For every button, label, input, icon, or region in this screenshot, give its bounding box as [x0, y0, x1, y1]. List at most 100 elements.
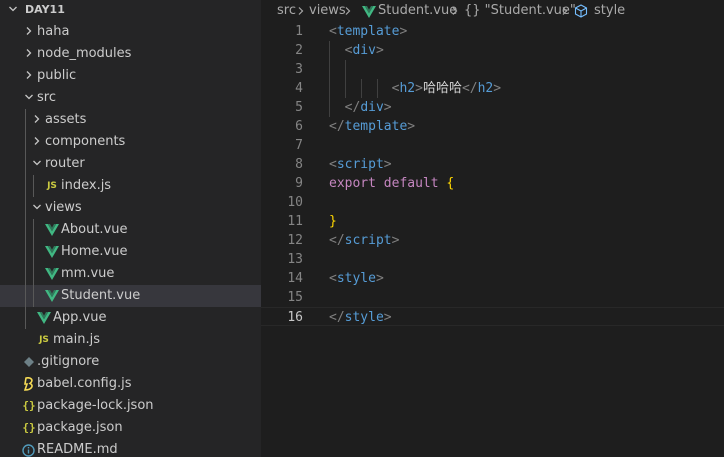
code-token: </ — [329, 310, 345, 325]
tree-item-label: router — [45, 156, 85, 171]
folder-item[interactable]: public — [0, 65, 261, 87]
code-line[interactable]: 14 <style> — [261, 269, 724, 288]
code-token: > — [391, 233, 400, 248]
file-item[interactable]: Home.vue — [0, 241, 261, 263]
code-line[interactable]: 15 — [261, 288, 724, 307]
breadcrumb-item-file[interactable]: Student.vue — [378, 0, 457, 22]
file-item[interactable]: App.vue — [0, 307, 261, 329]
vue-file-icon — [36, 307, 52, 329]
breadcrumb-item-src[interactable]: src — [277, 0, 296, 22]
file-item[interactable]: Student.vue — [0, 285, 261, 307]
code-line[interactable]: 13 — [261, 250, 724, 269]
line-number: 7 — [295, 138, 303, 153]
line-number: 3 — [295, 62, 303, 77]
line-number: 1 — [295, 24, 303, 39]
chevron-down-icon — [31, 197, 43, 219]
file-item[interactable]: README.md — [0, 439, 261, 457]
folder-item[interactable]: router — [0, 153, 261, 175]
code-token: > — [415, 81, 423, 96]
code-token: > — [383, 157, 392, 172]
vue-file-icon — [44, 219, 60, 241]
folder-item[interactable]: haha — [0, 21, 261, 43]
code-token: 哈哈哈 — [422, 81, 462, 96]
chevron-right-icon — [450, 0, 460, 22]
code-line[interactable]: 4 <h2>哈哈哈</h2> — [261, 79, 724, 98]
code-line[interactable]: 8 <script> — [261, 155, 724, 174]
chevron-right-icon — [31, 109, 43, 131]
code-token: { — [446, 176, 455, 191]
code-token: </ — [461, 81, 478, 96]
chevron-right-icon — [343, 0, 353, 22]
code-line[interactable]: 5 </div> — [261, 98, 724, 117]
explorer-root-label: DAY11 — [25, 3, 65, 16]
explorer-sidebar: DAY11 haha node_modules public src assets com… — [0, 0, 261, 457]
code-line[interactable]: 3 — [261, 60, 724, 79]
chevron-right-icon — [560, 0, 570, 22]
folder-item[interactable]: views — [0, 197, 261, 219]
file-item[interactable]: {} package-lock.json — [0, 395, 261, 417]
code-text: } — [329, 212, 337, 231]
code-line[interactable]: 9 export default { — [261, 174, 724, 193]
code-line[interactable]: 16 </style> — [261, 307, 724, 326]
explorer-root-header[interactable]: DAY11 — [0, 0, 261, 21]
code-editor[interactable]: 1 <template> 2 <div> 3 4 <h2>哈哈哈</h2> 5 </div… — [261, 22, 724, 457]
breadcrumb: src views Student.vue {} "Student.vue" s… — [261, 0, 724, 22]
line-number: 16 — [287, 310, 303, 325]
code-token: div — [360, 100, 384, 115]
file-item[interactable]: mm.vue — [0, 263, 261, 285]
tree-item-label: babel.config.js — [37, 376, 132, 391]
code-token: > — [383, 100, 392, 115]
breadcrumb-item-views[interactable]: views — [309, 0, 346, 22]
line-number: 5 — [295, 100, 303, 115]
file-item[interactable]: JS main.js — [0, 329, 261, 351]
code-token: > — [493, 81, 502, 96]
js-file-icon: JS — [47, 181, 57, 191]
line-number: 14 — [287, 271, 303, 286]
code-text: export default { — [329, 174, 454, 193]
code-text: </style> — [329, 308, 392, 327]
code-text: <div> — [329, 41, 384, 60]
code-line[interactable]: 6 </template> — [261, 117, 724, 136]
file-item[interactable]: {} package.json — [0, 417, 261, 439]
code-token: template — [344, 119, 408, 134]
code-text: <h2>哈哈哈</h2> — [329, 79, 501, 98]
code-token: div — [352, 43, 376, 58]
file-item[interactable]: About.vue — [0, 219, 261, 241]
code-line[interactable]: 12 </script> — [261, 231, 724, 250]
tree-indent-guide — [33, 219, 34, 307]
line-number: 11 — [287, 214, 303, 229]
tree-item-label: App.vue — [53, 310, 107, 325]
folder-item[interactable]: node_modules — [0, 43, 261, 65]
tree-item-label: Home.vue — [61, 244, 128, 259]
code-token: style — [336, 271, 376, 286]
folder-item[interactable]: src — [0, 87, 261, 109]
code-line[interactable]: 2 <div> — [261, 41, 724, 60]
code-text: <style> — [329, 269, 384, 288]
breadcrumb-item-style[interactable]: style — [594, 0, 625, 22]
vue-file-icon — [44, 285, 60, 307]
folder-item[interactable]: assets — [0, 109, 261, 131]
tree-item-label: components — [45, 134, 126, 149]
tree-item-label: README.md — [37, 442, 118, 457]
code-line[interactable]: 10 — [261, 193, 724, 212]
folder-item[interactable]: components — [0, 131, 261, 153]
json-file-icon: {} — [22, 421, 36, 434]
code-text: <template> — [329, 22, 407, 41]
file-item[interactable]: babel.config.js — [0, 373, 261, 395]
code-token: > — [375, 271, 384, 286]
code-token: > — [375, 43, 384, 58]
chevron-down-icon — [7, 0, 19, 21]
code-line[interactable]: 1 <template> — [261, 22, 724, 41]
code-line[interactable]: 7 — [261, 136, 724, 155]
json-file-icon: {} — [22, 399, 36, 412]
code-text: </script> — [329, 231, 399, 250]
line-number: 12 — [287, 233, 303, 248]
chevron-down-icon — [31, 153, 43, 175]
file-item[interactable]: JS index.js — [0, 175, 261, 197]
vue-file-icon — [44, 241, 60, 263]
code-line[interactable]: 11} — [261, 212, 724, 231]
file-item[interactable]: .gitignore — [0, 351, 261, 373]
